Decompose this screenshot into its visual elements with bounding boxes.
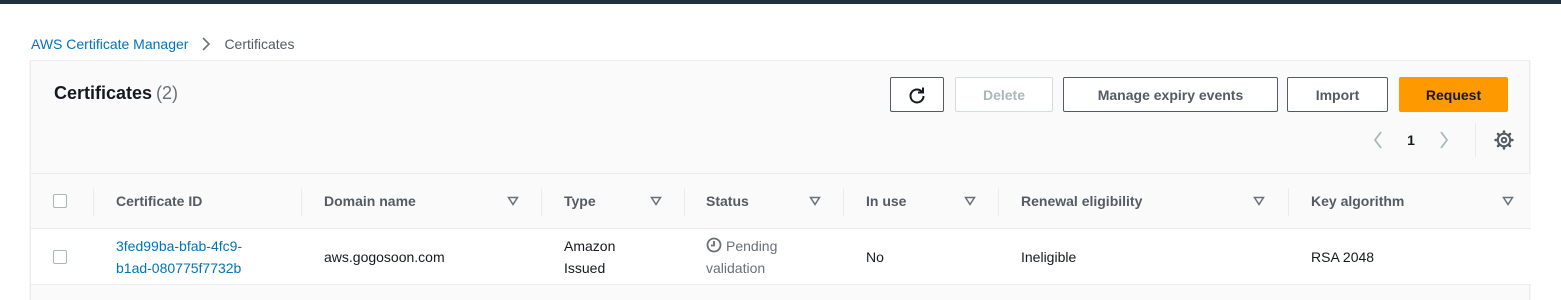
column-divider xyxy=(1288,188,1289,216)
type-cell: Amazon Issued xyxy=(564,229,615,284)
column-divider xyxy=(301,188,302,216)
row-checkbox[interactable] xyxy=(53,249,67,264)
in-use-cell: No xyxy=(866,248,884,265)
certificate-count: (2) xyxy=(156,83,179,103)
caret-down-icon[interactable] xyxy=(650,195,662,207)
column-header-key-algorithm[interactable]: Key algorithm xyxy=(1311,174,1404,228)
breadcrumb-link-acm[interactable]: AWS Certificate Manager xyxy=(31,36,188,52)
select-all-checkbox[interactable] xyxy=(53,194,67,208)
type-line-1: Amazon xyxy=(564,237,616,254)
chevron-left-icon xyxy=(1373,131,1382,149)
breadcrumb-current: Certificates xyxy=(224,36,295,52)
clock-icon xyxy=(706,237,722,252)
chevron-right-icon xyxy=(202,37,211,51)
delete-button[interactable]: Delete xyxy=(955,77,1053,112)
select-all-cell xyxy=(53,174,67,228)
refresh-icon xyxy=(909,87,925,103)
certificate-id-link[interactable]: 3fed99ba-bfab-4fc9- b1ad-080775f7732b xyxy=(116,235,242,279)
certificate-id-line-1[interactable]: 3fed99ba-bfab-4fc9- xyxy=(116,235,242,257)
row-select-cell xyxy=(53,229,67,284)
caret-down-icon[interactable] xyxy=(809,195,821,207)
status-line-1: Pending xyxy=(726,237,778,254)
type-line-2: Issued xyxy=(564,259,606,276)
column-divider xyxy=(684,188,685,216)
import-button[interactable]: Import xyxy=(1287,77,1388,112)
chevron-right-icon xyxy=(1440,131,1449,149)
refresh-button[interactable] xyxy=(890,77,944,112)
top-navigation-bar xyxy=(0,0,1561,4)
pagination: 1 xyxy=(1367,123,1514,157)
column-divider xyxy=(541,188,542,216)
caret-down-icon[interactable] xyxy=(1502,195,1514,207)
column-divider xyxy=(93,188,94,216)
column-header-type[interactable]: Type xyxy=(564,174,596,228)
column-header-in-use[interactable]: In use xyxy=(866,174,906,228)
table-header-row: Certificate ID Domain name Type Status I… xyxy=(31,173,1531,229)
caret-down-icon[interactable] xyxy=(964,195,976,207)
breadcrumb: AWS Certificate Manager Certificates xyxy=(31,34,294,54)
column-header-renewal-eligibility[interactable]: Renewal eligibility xyxy=(1021,174,1142,228)
status-line-2: validation xyxy=(706,259,766,276)
domain-name-cell: aws.gogosoon.com xyxy=(324,248,445,265)
certificate-id-cell: 3fed99ba-bfab-4fc9- b1ad-080775f7732b xyxy=(116,229,242,284)
request-button[interactable]: Request xyxy=(1399,77,1508,112)
table-row[interactable]: 3fed99ba-bfab-4fc9- b1ad-080775f7732b aw… xyxy=(31,229,1531,285)
column-header-certificate-id[interactable]: Certificate ID xyxy=(116,174,202,228)
manage-expiry-events-button[interactable]: Manage expiry events xyxy=(1063,77,1278,112)
pagination-divider xyxy=(1475,123,1476,157)
key-algorithm-cell: RSA 2048 xyxy=(1311,248,1375,265)
status-cell: Pending validation xyxy=(706,229,777,284)
previous-page-button[interactable] xyxy=(1367,131,1389,149)
column-divider xyxy=(843,188,844,216)
certificate-id-line-2[interactable]: b1ad-080775f7732b xyxy=(116,257,242,279)
certificates-panel: Certificates (2) Delete Manage expiry eve… xyxy=(30,60,1531,300)
preferences-button[interactable] xyxy=(1494,130,1514,150)
gear-icon xyxy=(1494,130,1514,150)
page-title: Certificates (2) xyxy=(54,83,178,104)
caret-down-icon[interactable] xyxy=(1253,195,1265,207)
next-page-button[interactable] xyxy=(1433,131,1455,149)
caret-down-icon[interactable] xyxy=(507,195,519,207)
current-page-number[interactable]: 1 xyxy=(1389,132,1433,148)
column-header-status[interactable]: Status xyxy=(706,174,749,228)
column-header-domain-name[interactable]: Domain name xyxy=(324,174,416,228)
page-title-text: Certificates xyxy=(54,83,153,103)
renewal-eligibility-cell: Ineligible xyxy=(1021,248,1077,265)
column-divider xyxy=(998,188,999,216)
